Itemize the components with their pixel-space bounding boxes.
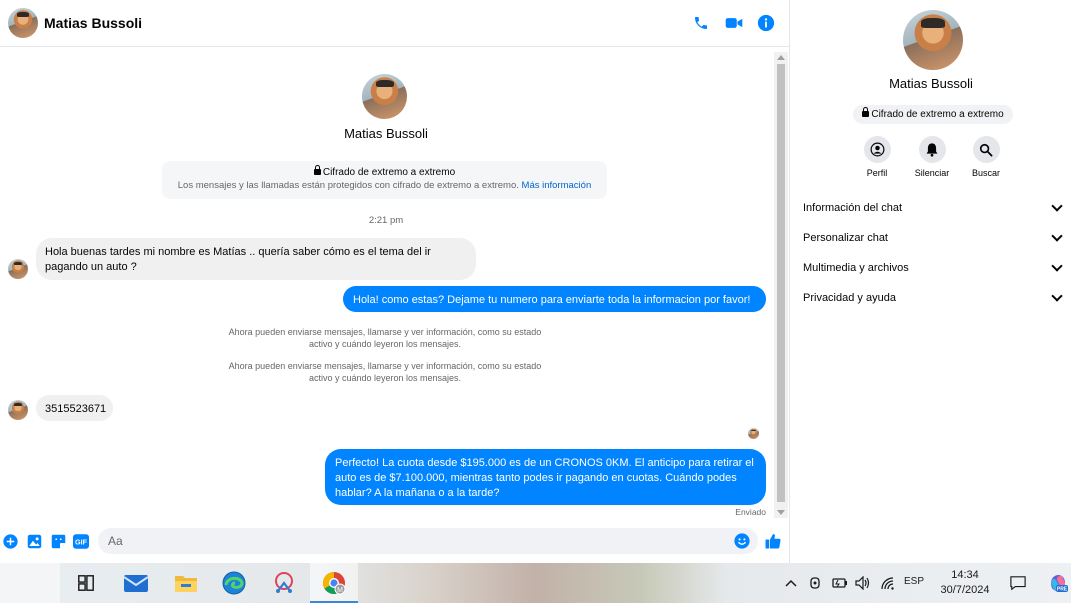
plus-icon[interactable] [2, 533, 18, 549]
chat-header: Matias Bussoli [0, 0, 790, 47]
copilot-icon[interactable]: PRE [1048, 573, 1068, 593]
section-customize-chat[interactable]: Personalizar chat [803, 228, 1065, 248]
outgoing-message[interactable]: Perfecto! La cuota desde $195.000 es de … [325, 449, 766, 505]
chrome-icon[interactable]: M [320, 569, 348, 597]
section-label: Privacidad y ayuda [803, 292, 896, 304]
show-hidden-icons-chevron[interactable] [783, 575, 799, 591]
profile-label: Perfil [866, 168, 888, 178]
system-message: Ahora pueden enviarse mensajes, llamarse… [228, 327, 542, 349]
emoji-icon[interactable] [734, 533, 750, 549]
sticker-icon[interactable] [50, 533, 66, 549]
input-language-indicator[interactable]: ESP [904, 576, 924, 587]
sent-status: Enviado [735, 507, 766, 517]
encryption-badge-text: Cifrado de extremo a extremo [871, 109, 1004, 120]
clock-time: 14:34 [951, 569, 979, 581]
system-message: Ahora pueden enviarse mensajes, llamarse… [228, 361, 542, 383]
section-privacy-help[interactable]: Privacidad y ayuda [803, 288, 1065, 308]
mute-button[interactable]: Silenciar [907, 136, 957, 178]
search-icon[interactable] [972, 136, 1000, 163]
chevron-down-icon [1051, 230, 1063, 242]
edge-icon[interactable] [220, 569, 248, 597]
lock-icon [313, 165, 321, 175]
profile-button[interactable]: Perfil [852, 136, 902, 178]
sender-avatar[interactable] [8, 259, 28, 279]
section-chat-info[interactable]: Información del chat [803, 198, 1065, 218]
scrollbar[interactable] [774, 52, 788, 518]
scrollbar-thumb[interactable] [777, 64, 785, 502]
encryption-description-text: Los mensajes y las llamadas están proteg… [177, 180, 519, 191]
section-label: Información del chat [803, 202, 903, 214]
incoming-message[interactable]: Hola buenas tardes mi nombre es Matías .… [36, 238, 476, 280]
battery-icon[interactable] [832, 575, 848, 591]
panel-contact-name: Matias Bussoli [889, 76, 973, 91]
image-icon[interactable] [26, 533, 42, 549]
chrome-profile-letter: M [337, 587, 343, 594]
contact-avatar[interactable] [8, 8, 38, 38]
outgoing-message[interactable]: Hola! como estas? Dejame tu numero para … [343, 286, 766, 312]
chevron-down-icon [1051, 290, 1063, 302]
search-label: Buscar [971, 168, 1000, 178]
clock[interactable]: 14:34 30/7/2024 [930, 568, 1000, 598]
camera-in-use-icon[interactable] [808, 575, 824, 591]
section-media-files[interactable]: Multimedia y archivos [803, 258, 1065, 278]
composer: GIF [0, 522, 790, 562]
info-icon[interactable] [755, 12, 777, 34]
encryption-description: Los mensajes y las llamadas están proteg… [162, 180, 607, 191]
intro-contact-name: Matias Bussoli [344, 126, 428, 141]
mute-label: Silenciar [914, 168, 950, 178]
incoming-message[interactable]: 3515523671 [36, 395, 113, 421]
sender-avatar[interactable] [8, 400, 28, 420]
encryption-notice: Cifrado de extremo a extremo Los mensaje… [162, 161, 607, 199]
encryption-title-text: Cifrado de extremo a extremo [322, 167, 456, 178]
encryption-title: Cifrado de extremo a extremo [162, 165, 607, 178]
taskbar: M ESP 14:34 30/7/2024 PRE [0, 563, 1071, 603]
gif-icon[interactable]: GIF [73, 533, 89, 549]
notifications-icon[interactable] [1010, 575, 1026, 591]
search-button[interactable]: Buscar [961, 136, 1011, 178]
scroll-down-arrow[interactable] [777, 510, 785, 515]
video-icon[interactable] [723, 12, 745, 34]
lock-icon [862, 107, 870, 117]
copilot-badge: PRE [1057, 587, 1068, 593]
snipping-tool-icon[interactable] [270, 569, 298, 597]
mail-icon[interactable] [122, 569, 150, 597]
profile-icon[interactable] [863, 136, 891, 163]
widgets-icon[interactable] [72, 569, 100, 597]
chat-window: Matias Bussoli Matias Bussoli Cifrado de… [0, 0, 790, 563]
volume-icon[interactable] [855, 575, 871, 591]
encryption-badge[interactable]: Cifrado de extremo a extremo [853, 105, 1013, 124]
panel-contact-avatar[interactable] [903, 10, 963, 70]
section-label: Personalizar chat [803, 232, 888, 244]
more-info-link[interactable]: Más información [522, 180, 592, 191]
chevron-down-icon [1051, 200, 1063, 212]
read-receipt-avatar [748, 428, 759, 439]
svg-text:GIF: GIF [75, 537, 88, 546]
thumbs-up-icon[interactable] [764, 532, 782, 550]
phone-icon[interactable] [690, 12, 712, 34]
contact-name[interactable]: Matias Bussoli [44, 15, 142, 31]
file-explorer-icon[interactable] [172, 569, 200, 597]
wifi-icon[interactable] [880, 575, 896, 591]
bell-icon[interactable] [918, 136, 946, 163]
taskbar-start-area [0, 563, 60, 603]
chevron-down-icon [1051, 260, 1063, 272]
conversation-details-panel: Matias Bussoli Cifrado de extremo a extr… [791, 0, 1071, 563]
timestamp: 2:21 pm [368, 215, 404, 226]
section-label: Multimedia y archivos [803, 262, 909, 274]
scroll-up-arrow[interactable] [777, 55, 785, 60]
intro-contact-avatar[interactable] [362, 74, 407, 119]
clock-date: 30/7/2024 [940, 584, 990, 596]
message-list[interactable]: Matias Bussoli Cifrado de extremo a extr… [0, 48, 772, 520]
message-input[interactable] [98, 528, 758, 554]
